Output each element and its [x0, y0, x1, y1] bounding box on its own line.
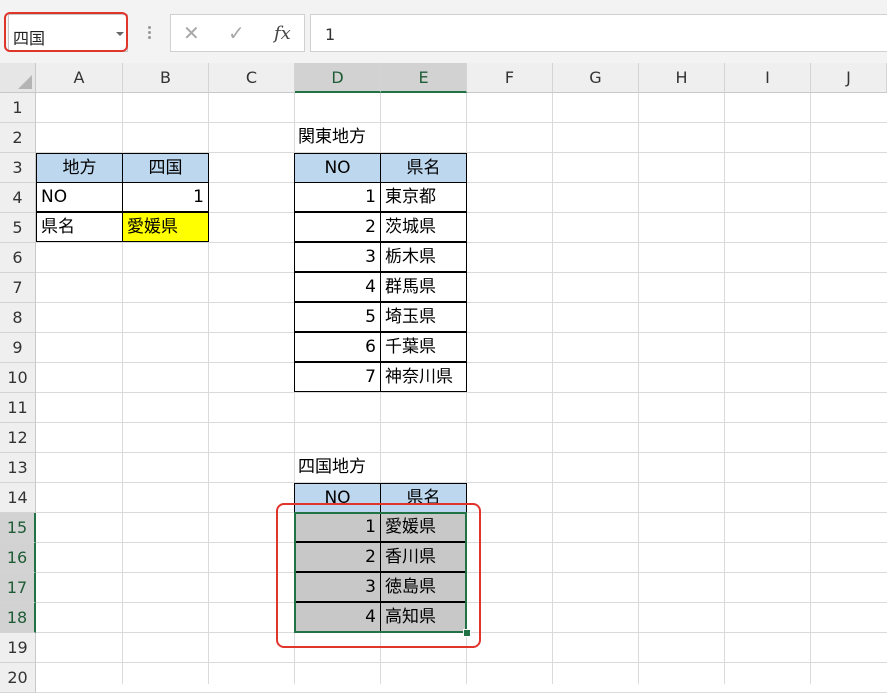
- shikoku-row-no[interactable]: 1: [294, 512, 381, 542]
- row-header-8[interactable]: 8: [0, 303, 36, 333]
- kanto-row-name[interactable]: 群馬県: [380, 272, 467, 302]
- insert-function-icon[interactable]: fx: [274, 23, 291, 44]
- row-header-13[interactable]: 13: [0, 453, 36, 483]
- row-header-7[interactable]: 7: [0, 273, 36, 303]
- row-header-18[interactable]: 18: [0, 603, 36, 633]
- row-header-1[interactable]: 1: [0, 93, 36, 123]
- kanto-row-no[interactable]: 7: [294, 362, 381, 392]
- formula-input[interactable]: 1: [310, 14, 887, 52]
- row-header-9[interactable]: 9: [0, 333, 36, 363]
- row-header-15[interactable]: 15: [0, 513, 36, 543]
- row-header-12[interactable]: 12: [0, 423, 36, 453]
- row-header-6[interactable]: 6: [0, 243, 36, 273]
- chevron-down-icon[interactable]: [116, 32, 124, 36]
- kanto-row-name[interactable]: 千葉県: [380, 332, 467, 362]
- row-header-20[interactable]: 20: [0, 663, 36, 693]
- more-options-icon[interactable]: [148, 26, 152, 40]
- kanto-header-name[interactable]: 県名: [380, 153, 467, 183]
- kanto-row-name[interactable]: 東京都: [380, 182, 467, 212]
- row-header-19[interactable]: 19: [0, 633, 36, 663]
- gridline-horizontal: [36, 662, 887, 663]
- kanto-row-no[interactable]: 3: [294, 242, 381, 272]
- kanto-row-name[interactable]: 埼玉県: [380, 302, 467, 332]
- kanto-row-no[interactable]: 1: [294, 182, 381, 212]
- enter-icon[interactable]: ✓: [228, 21, 245, 45]
- column-header-f[interactable]: F: [467, 63, 553, 93]
- cell-a3[interactable]: 地方: [36, 153, 123, 183]
- column-header-e[interactable]: E: [381, 63, 467, 93]
- name-box[interactable]: 四国: [8, 14, 128, 52]
- kanto-row-no[interactable]: 5: [294, 302, 381, 332]
- kanto-header-no[interactable]: NO: [294, 153, 381, 183]
- gridline-horizontal: [36, 632, 887, 633]
- shikoku-row-no[interactable]: 3: [294, 572, 381, 602]
- shikoku-row-name[interactable]: 高知県: [380, 602, 467, 632]
- fill-handle[interactable]: [463, 629, 471, 637]
- formula-bar: 四国 ✕ ✓ fx 1: [0, 0, 887, 63]
- row-header-17[interactable]: 17: [0, 573, 36, 603]
- column-header-g[interactable]: G: [553, 63, 639, 93]
- column-header-h[interactable]: H: [639, 63, 725, 93]
- row-header-3[interactable]: 3: [0, 153, 36, 183]
- select-all-button[interactable]: [0, 63, 36, 93]
- row-header-14[interactable]: 14: [0, 483, 36, 513]
- row-header-2[interactable]: 2: [0, 123, 36, 153]
- cell-b5[interactable]: 愛媛県: [122, 212, 209, 242]
- shikoku-header-no[interactable]: NO: [294, 483, 381, 513]
- gridline-horizontal: [36, 422, 887, 423]
- shikoku-header-name[interactable]: 県名: [380, 483, 467, 513]
- row-header-4[interactable]: 4: [0, 183, 36, 213]
- shikoku-title[interactable]: 四国地方: [294, 453, 466, 483]
- row-header-16[interactable]: 16: [0, 543, 36, 573]
- kanto-row-name[interactable]: 茨城県: [380, 212, 467, 242]
- cell-b3[interactable]: 四国: [122, 153, 209, 183]
- column-header-j[interactable]: J: [811, 63, 887, 93]
- cell-a5[interactable]: 県名: [36, 212, 123, 242]
- cell-b4[interactable]: 1: [122, 182, 209, 212]
- column-header-b[interactable]: B: [123, 63, 209, 93]
- row-header-10[interactable]: 10: [0, 363, 36, 393]
- formula-buttons: ✕ ✓ fx: [170, 14, 305, 52]
- kanto-row-no[interactable]: 2: [294, 212, 381, 242]
- kanto-row-no[interactable]: 4: [294, 272, 381, 302]
- row-header-11[interactable]: 11: [0, 393, 36, 423]
- kanto-title[interactable]: 関東地方: [294, 123, 466, 153]
- kanto-row-name[interactable]: 栃木県: [380, 242, 467, 272]
- kanto-row-name[interactable]: 神奈川県: [380, 362, 467, 392]
- name-box-value: 四国: [13, 29, 46, 48]
- cell-a4[interactable]: NO: [36, 182, 123, 212]
- cancel-icon[interactable]: ✕: [183, 21, 200, 45]
- kanto-row-no[interactable]: 6: [294, 332, 381, 362]
- shikoku-row-name[interactable]: 愛媛県: [380, 512, 467, 542]
- column-header-i[interactable]: I: [725, 63, 811, 93]
- gridline-horizontal: [36, 392, 887, 393]
- shikoku-row-no[interactable]: 2: [294, 542, 381, 572]
- column-header-a[interactable]: A: [36, 63, 123, 93]
- shikoku-row-no[interactable]: 4: [294, 602, 381, 632]
- formula-input-value: 1: [325, 25, 336, 44]
- shikoku-row-name[interactable]: 香川県: [380, 542, 467, 572]
- column-header-d[interactable]: D: [295, 63, 381, 93]
- column-header-c[interactable]: C: [209, 63, 295, 93]
- shikoku-row-name[interactable]: 徳島県: [380, 572, 467, 602]
- row-header-5[interactable]: 5: [0, 213, 36, 243]
